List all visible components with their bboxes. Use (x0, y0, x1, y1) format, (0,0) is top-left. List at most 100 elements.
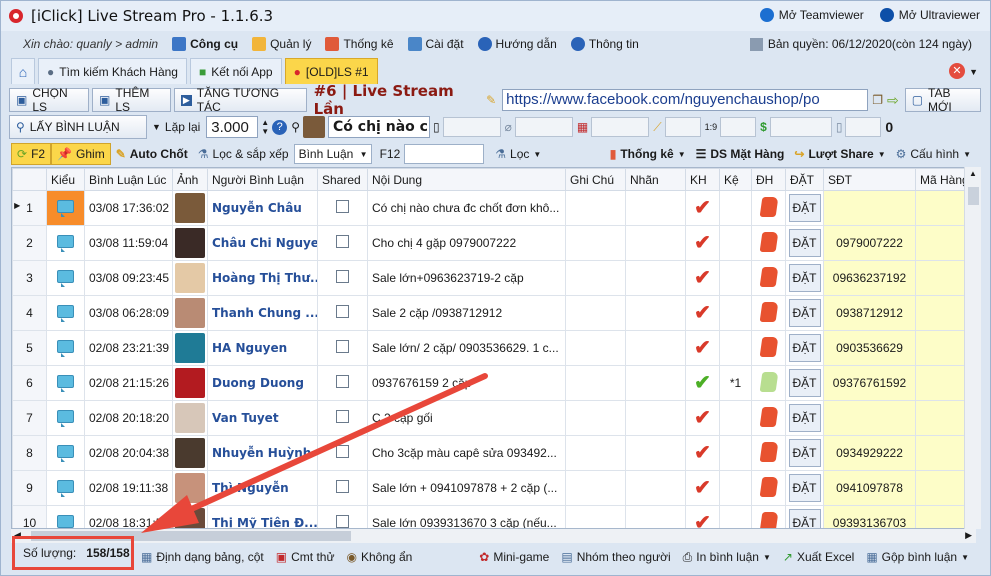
menu-thong-tin[interactable]: Thông tin (570, 37, 639, 51)
commenter-name[interactable]: Duong Duong (207, 365, 318, 401)
ds-mat-hang-button[interactable]: ☰ DS Mặt Hàng (691, 143, 790, 165)
menu-cong-cu[interactable]: Công cụ (172, 37, 238, 51)
order-icon[interactable] (759, 301, 778, 322)
table-row[interactable]: 7 02/08 20:18:20 Van Tuyet C 2 cặp gối ✔ ĐẶT (12, 400, 965, 436)
menu-huong-dan[interactable]: Hướng dẫn (477, 37, 557, 51)
ultraviewer-link[interactable]: Mở Ultraviewer (879, 8, 980, 22)
chon-ls-button[interactable]: ▣ CHỌN LS (9, 86, 90, 114)
column-header[interactable]: Ghi Chú (565, 168, 626, 191)
shared-checkbox[interactable] (336, 200, 349, 213)
search-icon[interactable]: ⚲ (291, 120, 300, 134)
dat-button[interactable]: ĐẶT (788, 194, 821, 222)
tab-moi-button[interactable]: ▢ TAB MỚI (904, 86, 982, 114)
column-header[interactable]: Ảnh (172, 168, 208, 191)
note-cell[interactable] (565, 190, 626, 226)
shared-checkbox[interactable] (336, 305, 349, 318)
teamviewer-link[interactable]: Mở Teamviewer (759, 8, 864, 22)
shared-checkbox[interactable] (336, 375, 349, 388)
lay-binh-luan-button[interactable]: ⚲ LẤY BÌNH LUẬN (9, 115, 147, 139)
column-header[interactable]: Shared (317, 168, 368, 191)
column-header[interactable]: Mã Hàng (915, 168, 965, 191)
order-icon[interactable] (759, 511, 778, 528)
order-icon[interactable] (759, 476, 778, 497)
table-row[interactable]: 9 02/08 19:11:38 Thì Nguyễn Sale lớn + 0941… (12, 470, 965, 506)
order-icon[interactable] (759, 231, 778, 252)
scroll-up-icon[interactable]: ▲ (969, 169, 977, 178)
stream-url-input[interactable]: https://www.facebook.com/nguyenchaushop/… (502, 89, 869, 111)
check-icon[interactable]: ✔ (694, 302, 711, 324)
f12-search-input[interactable] (404, 144, 485, 164)
label-cell[interactable] (625, 330, 686, 366)
lay-dropdown-icon[interactable]: ▼ (152, 122, 161, 132)
table-row[interactable]: 10 02/08 18:31:57 Thị Mỹ Tiên Đ... Sale lớn… (12, 505, 965, 528)
shared-checkbox[interactable] (336, 235, 349, 248)
order-icon[interactable] (759, 196, 778, 217)
tang-tuong-tac-button[interactable]: ▶ TĂNG TƯƠNG TÁC (173, 86, 307, 114)
check-icon[interactable]: ✔ (694, 337, 711, 359)
column-header[interactable]: ĐẶT (785, 168, 824, 191)
label-cell[interactable] (625, 505, 686, 528)
column-header[interactable]: Nội Dung (367, 168, 566, 191)
column-header[interactable]: Bình Luận Lúc (84, 168, 173, 191)
shared-checkbox[interactable] (336, 340, 349, 353)
dat-button[interactable]: ĐẶT (788, 264, 821, 292)
dat-button[interactable]: ĐẶT (788, 474, 821, 502)
thong-ke-button[interactable]: ▮ Thống kê ▼ (605, 143, 691, 165)
column-header[interactable]: SĐT (823, 168, 916, 191)
dat-button[interactable]: ĐẶT (788, 369, 821, 397)
table-row[interactable]: 4 03/08 06:28:09 Thanh Chung ... Sale 2 cặp… (12, 295, 965, 331)
nhom-theo-nguoi-button[interactable]: ▤ Nhóm theo người (561, 550, 670, 564)
commenter-name[interactable]: Thị Mỹ Tiên Đ... (207, 505, 318, 528)
note-cell[interactable] (565, 225, 626, 261)
horizontal-scrollbar[interactable]: ◀ ▶ (11, 529, 976, 543)
order-icon[interactable] (759, 406, 778, 427)
commenter-name[interactable]: Châu Chi Nguyen (207, 225, 318, 261)
shared-checkbox[interactable] (336, 270, 349, 283)
table-row[interactable]: 2 03/08 11:59:04 Châu Chi Nguyen Cho chị 4 … (12, 225, 965, 261)
commenter-name[interactable]: Hoàng Thị Thư... (207, 260, 318, 296)
dinh-dang-bang-button[interactable]: ▦ Định dạng bảng, cột (141, 550, 264, 564)
shared-checkbox[interactable] (336, 445, 349, 458)
label-cell[interactable] (625, 435, 686, 471)
check-icon[interactable]: ✔ (694, 372, 711, 394)
cau-hinh-button[interactable]: ⚙ Cấu hình ▼ (891, 143, 976, 165)
tab-old-ls-1[interactable]: ● [OLD]LS #1 (284, 58, 378, 84)
comment-type-select[interactable]: Bình Luận ▼ (293, 144, 372, 164)
note-cell[interactable] (565, 330, 626, 366)
tab-tim-kiem[interactable]: ● Tìm kiếm Khách Hàng (38, 58, 187, 84)
them-ls-button[interactable]: ▣ THÊM LS (92, 86, 171, 114)
gop-binh-luan-button[interactable]: ▦ Gộp bình luận ▼ (866, 550, 969, 564)
label-cell[interactable] (625, 400, 686, 436)
commenter-name[interactable]: Nhuyễn Huỳnh (207, 435, 318, 471)
order-icon[interactable] (759, 266, 778, 287)
f2-button[interactable]: ⟳ F2 (11, 143, 52, 165)
table-row[interactable]: 3 03/08 09:23:45 Hoàng Thị Thư... Sale lớn+… (12, 260, 965, 296)
note-cell[interactable] (565, 470, 626, 506)
note-cell[interactable] (565, 365, 626, 401)
shared-checkbox[interactable] (336, 515, 349, 528)
column-header[interactable]: Người Bình Luận (207, 168, 318, 191)
check-icon[interactable]: ✔ (694, 477, 711, 499)
shared-checkbox[interactable] (336, 480, 349, 493)
note-cell[interactable] (565, 260, 626, 296)
scroll-thumb[interactable] (968, 187, 979, 205)
table-row[interactable]: ▶ 1 03/08 17:36:02 Nguyễn Châu Có chị nào ch… (12, 190, 965, 226)
column-header[interactable]: Kệ (719, 168, 752, 191)
dat-button[interactable]: ĐẶT (788, 299, 821, 327)
loc-sap-xep-button[interactable]: ⚗ Lọc & sắp xếp (193, 143, 294, 165)
copy-icon[interactable]: ❐ (872, 93, 883, 107)
label-cell[interactable] (625, 295, 686, 331)
auto-chot-button[interactable]: ✎ Auto Chốt (111, 143, 193, 165)
help-icon[interactable]: ? (272, 119, 288, 135)
dat-button[interactable]: ĐẶT (788, 229, 821, 257)
check-icon[interactable]: ✔ (694, 197, 711, 219)
note-cell[interactable] (565, 435, 626, 471)
khong-an-button[interactable]: ◉ Không ẩn (346, 550, 412, 564)
go-arrow-icon[interactable]: ⇨ (887, 92, 899, 109)
label-cell[interactable] (625, 225, 686, 261)
order-icon[interactable] (759, 336, 778, 357)
check-icon[interactable]: ✔ (694, 267, 711, 289)
luot-share-button[interactable]: ↪ Lượt Share ▼ (789, 143, 890, 165)
note-cell[interactable] (565, 505, 626, 528)
loc-button[interactable]: ⚗ Lọc ▼ (490, 143, 546, 165)
